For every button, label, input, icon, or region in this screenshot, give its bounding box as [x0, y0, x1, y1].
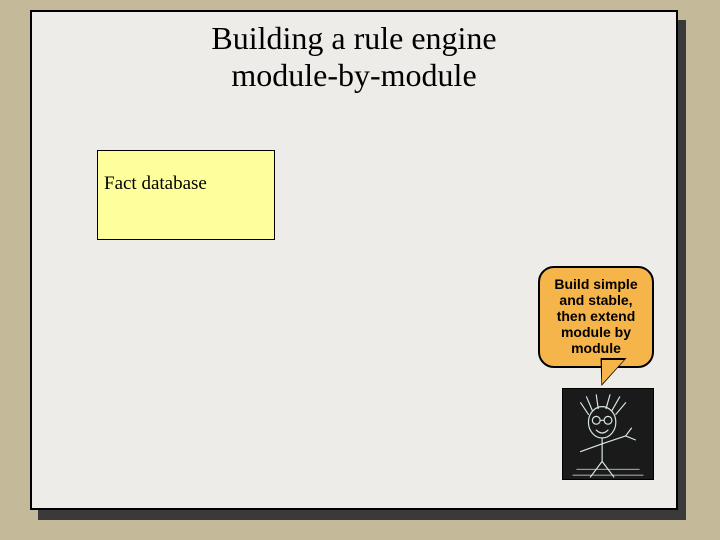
title-line-2: module-by-module: [231, 57, 476, 93]
slide-title: Building a rule engine module-by-module: [32, 20, 676, 94]
slide-frame: Building a rule engine module-by-module …: [30, 10, 678, 510]
bubble-text-3: then extend: [557, 308, 636, 324]
bubble-text-4: module by: [561, 324, 631, 340]
fact-database-label: Fact database: [104, 173, 207, 194]
title-line-1: Building a rule engine: [211, 20, 496, 56]
fact-database-box: Fact database: [97, 150, 275, 240]
bubble-text-5: module: [571, 340, 621, 356]
bubble-text-1: Build simple: [554, 276, 637, 292]
character-illustration: [562, 388, 654, 480]
speech-bubble: Build simple and stable, then extend mod…: [538, 266, 654, 368]
bubble-text-2: and stable,: [559, 292, 632, 308]
scientist-icon: [563, 389, 653, 479]
